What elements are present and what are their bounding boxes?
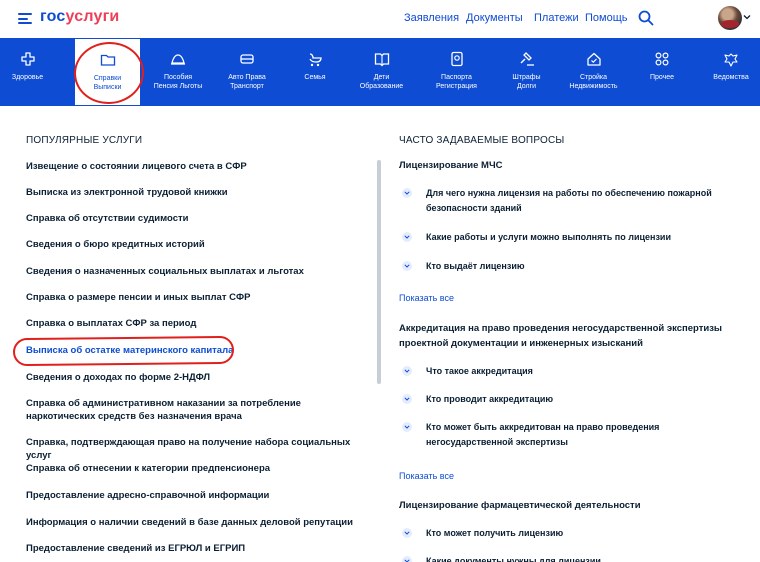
- service-item-maternity-capital[interactable]: Выписка об остатке материнского капитала: [26, 344, 371, 357]
- service-item[interactable]: Извещение о состоянии лицевого счета в С…: [26, 160, 371, 173]
- stroller-icon: [309, 53, 322, 67]
- support-icon: [171, 54, 185, 65]
- service-item[interactable]: Справка об административном наказании за…: [26, 397, 371, 423]
- nav-applications[interactable]: Заявления: [404, 12, 459, 24]
- service-item[interactable]: Сведения о бюро кредитных историй: [26, 238, 371, 251]
- service-item[interactable]: Предоставление адресно-справочной информ…: [26, 489, 371, 502]
- show-all-link[interactable]: Показать все: [399, 293, 454, 303]
- chevron-down-icon: [402, 366, 412, 376]
- service-item[interactable]: Справка, подтверждающая право на получен…: [26, 436, 371, 462]
- category-auto[interactable]: Авто Права Транспорт: [221, 38, 273, 106]
- faq-group-title: Лицензирование МЧС: [399, 160, 503, 171]
- chevron-down-icon: [402, 556, 412, 562]
- search-icon[interactable]: [638, 10, 654, 26]
- chevron-down-icon[interactable]: [743, 13, 751, 21]
- chevron-down-icon: [402, 188, 412, 198]
- house-icon: [586, 52, 601, 66]
- book-icon: [374, 53, 389, 67]
- gosuslugi-logo[interactable]: госуслуги: [40, 8, 119, 26]
- eagle-icon: [724, 53, 738, 67]
- scrollbar[interactable]: [377, 160, 381, 384]
- menu-icon[interactable]: [18, 13, 32, 24]
- category-passports[interactable]: Паспорта Регистрация: [429, 38, 484, 106]
- category-fines[interactable]: Штрафы Долги: [504, 38, 549, 106]
- service-item[interactable]: Справка об отсутствии судимости: [26, 212, 371, 225]
- avatar[interactable]: [718, 6, 742, 30]
- service-item[interactable]: Выписка из электронной трудовой книжки: [26, 186, 371, 199]
- service-item[interactable]: Справка об отнесении к категории предпен…: [26, 462, 371, 475]
- category-bar: Здоровье Справки Выписки Пособия Пенсия Ль…: [0, 38, 760, 106]
- folder-icon: [100, 54, 115, 66]
- service-item[interactable]: Предоставление сведений из ЕГРЮЛ и ЕГРИП: [26, 542, 371, 555]
- faq-group-title: Лицензирование фармацевтической деятельн…: [399, 500, 641, 511]
- category-health[interactable]: Здоровье: [0, 38, 55, 106]
- popular-services-title: ПОПУЛЯРНЫЕ УСЛУГИ: [26, 135, 143, 146]
- nav-help[interactable]: Помощь: [585, 12, 628, 24]
- chevron-down-icon: [402, 422, 412, 432]
- grid-icon: [655, 52, 669, 66]
- service-item[interactable]: Сведения о доходах по форме 2-НДФЛ: [26, 371, 371, 384]
- passport-icon: [450, 51, 463, 67]
- gavel-icon: [520, 52, 534, 66]
- category-departments[interactable]: Ведомства: [706, 38, 756, 106]
- show-all-link[interactable]: Показать все: [399, 471, 454, 481]
- service-item[interactable]: Информация о наличии сведений в базе дан…: [26, 516, 371, 529]
- top-header: госуслуги Заявления Документы Платежи По…: [0, 0, 760, 38]
- nav-payments[interactable]: Платежи: [534, 12, 579, 24]
- chevron-down-icon: [402, 394, 412, 404]
- chevron-down-icon: [402, 528, 412, 538]
- chevron-down-icon: [402, 261, 412, 271]
- category-children[interactable]: Дети Образование: [354, 38, 409, 106]
- service-item[interactable]: Справка о выплатах СФР за период: [26, 317, 371, 330]
- service-item[interactable]: Сведения о назначенных социальных выплат…: [26, 265, 371, 278]
- nav-documents[interactable]: Документы: [466, 12, 523, 24]
- faq-title: ЧАСТО ЗАДАВАЕМЫЕ ВОПРОСЫ: [399, 135, 565, 146]
- category-construction[interactable]: Стройка Недвижимость: [565, 38, 622, 106]
- faq-group-title: Аккредитация на право проведения негосуд…: [399, 323, 723, 349]
- plus-cross-icon: [20, 52, 35, 66]
- chevron-down-icon: [402, 232, 412, 242]
- category-family[interactable]: Семья: [290, 38, 340, 106]
- car-icon: [240, 54, 254, 64]
- category-benefits[interactable]: Пособия Пенсия Льготы: [150, 38, 206, 106]
- category-certificates[interactable]: Справки Выписки: [74, 38, 141, 106]
- category-other[interactable]: Прочее: [644, 38, 680, 106]
- service-item[interactable]: Справка о размере пенсии и иных выплат С…: [26, 291, 371, 304]
